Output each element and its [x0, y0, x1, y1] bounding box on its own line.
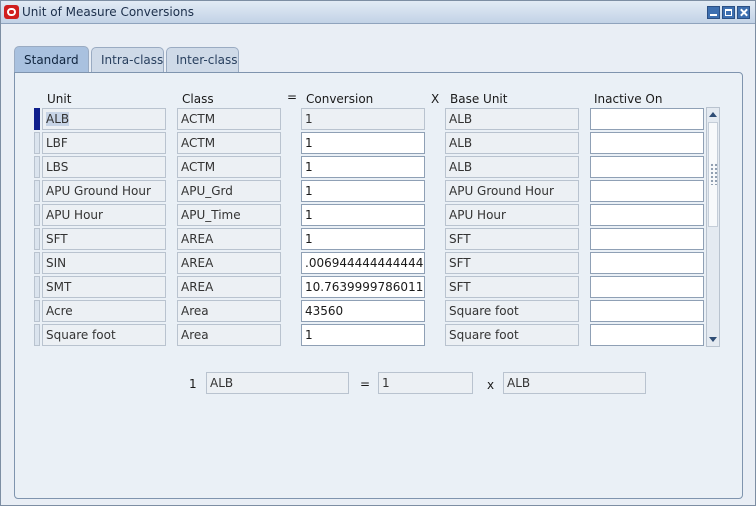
conversion-field[interactable]: 10.763999978601168 [301, 276, 425, 298]
unit-field[interactable]: SFT [42, 228, 166, 250]
close-icon[interactable] [737, 6, 750, 19]
uom-conversions-window: Unit of Measure Conversions Standard Int… [0, 0, 756, 506]
row-selector[interactable] [34, 180, 40, 202]
header-times: X [431, 92, 440, 106]
tab-standard[interactable]: Standard [14, 46, 89, 72]
tab-inter-class[interactable]: Inter-class [166, 47, 239, 72]
scroll-down-arrow-icon[interactable] [707, 333, 719, 345]
class-field[interactable]: AREA [177, 252, 281, 274]
unit-field[interactable]: LBS [42, 156, 166, 178]
summary-conversion-field: 1 [378, 372, 473, 394]
inactive-on-field[interactable] [590, 156, 704, 178]
summary-equals: = [360, 377, 371, 391]
row-selector[interactable] [34, 132, 40, 154]
window-title: Unit of Measure Conversions [22, 5, 194, 19]
row-selector[interactable] [34, 276, 40, 298]
row-selector[interactable] [34, 204, 40, 226]
base-unit-field[interactable]: SFT [445, 276, 579, 298]
oracle-logo-icon [4, 5, 19, 19]
unit-field[interactable]: Acre [42, 300, 166, 322]
vertical-scrollbar[interactable] [706, 107, 720, 347]
class-field[interactable]: APU_Grd [177, 180, 281, 202]
class-field[interactable]: ACTM [177, 132, 281, 154]
base-unit-field[interactable]: ALB [445, 132, 579, 154]
base-unit-field[interactable]: Square foot [445, 300, 579, 322]
class-field[interactable]: AREA [177, 276, 281, 298]
conversion-field[interactable]: 1 [301, 156, 425, 178]
conversion-field[interactable]: 1 [301, 204, 425, 226]
conversion-field[interactable]: 43560 [301, 300, 425, 322]
inactive-on-field[interactable] [590, 108, 704, 130]
class-field[interactable]: APU_Time [177, 204, 281, 226]
conversion-field[interactable]: .006944444444444444 [301, 252, 425, 274]
class-field[interactable]: Area [177, 324, 281, 346]
header-inactive-on: Inactive On [594, 92, 663, 106]
title-bar: Unit of Measure Conversions [1, 1, 755, 24]
inactive-on-field[interactable] [590, 180, 704, 202]
class-field[interactable]: Area [177, 300, 281, 322]
header-unit: Unit [47, 92, 72, 106]
unit-field[interactable]: SMT [42, 276, 166, 298]
base-unit-field[interactable]: Square foot [445, 324, 579, 346]
maximize-icon[interactable] [722, 6, 735, 19]
base-unit-field[interactable]: APU Hour [445, 204, 579, 226]
tab-intra-class[interactable]: Intra-class [91, 47, 164, 72]
header-equals: = [287, 90, 298, 104]
conversion-field[interactable]: 1 [301, 324, 425, 346]
base-unit-field[interactable]: SFT [445, 228, 579, 250]
scroll-up-arrow-icon[interactable] [707, 109, 719, 121]
inactive-on-field[interactable] [590, 300, 704, 322]
row-selector[interactable] [34, 156, 40, 178]
resize-grip-icon[interactable] [710, 163, 718, 185]
inactive-on-field[interactable] [590, 276, 704, 298]
unit-field[interactable]: ALB [42, 108, 166, 130]
row-selector[interactable] [34, 252, 40, 274]
inactive-on-field[interactable] [590, 132, 704, 154]
inactive-on-field[interactable] [590, 324, 704, 346]
base-unit-field[interactable]: SFT [445, 252, 579, 274]
unit-value: ALB [46, 112, 70, 126]
unit-field[interactable]: APU Hour [42, 204, 166, 226]
base-unit-field[interactable]: ALB [445, 108, 579, 130]
row-selector[interactable] [34, 324, 40, 346]
class-field[interactable]: AREA [177, 228, 281, 250]
conversion-field[interactable]: 1 [301, 228, 425, 250]
summary-quantity: 1 [189, 377, 197, 391]
row-selector[interactable] [34, 228, 40, 250]
unit-field[interactable]: SIN [42, 252, 166, 274]
inactive-on-field[interactable] [590, 228, 704, 250]
class-field[interactable]: ACTM [177, 156, 281, 178]
minimize-icon[interactable] [707, 6, 720, 19]
base-unit-field[interactable]: ALB [445, 156, 579, 178]
header-class: Class [182, 92, 214, 106]
conversion-field[interactable]: 1 [301, 180, 425, 202]
row-selector-current[interactable] [34, 108, 40, 130]
unit-field[interactable]: APU Ground Hour [42, 180, 166, 202]
summary-base-unit-field: ALB [503, 372, 646, 394]
inactive-on-field[interactable] [590, 204, 704, 226]
header-conversion: Conversion [306, 92, 374, 106]
class-field[interactable]: ACTM [177, 108, 281, 130]
header-base-unit: Base Unit [450, 92, 508, 106]
unit-field[interactable]: Square foot [42, 324, 166, 346]
inactive-on-field[interactable] [590, 252, 704, 274]
base-unit-field[interactable]: APU Ground Hour [445, 180, 579, 202]
summary-unit-field: ALB [206, 372, 349, 394]
conversion-field[interactable]: 1 [301, 132, 425, 154]
summary-times: x [487, 378, 495, 392]
unit-field[interactable]: LBF [42, 132, 166, 154]
row-selector[interactable] [34, 300, 40, 322]
conversion-field[interactable]: 1 [301, 108, 425, 130]
